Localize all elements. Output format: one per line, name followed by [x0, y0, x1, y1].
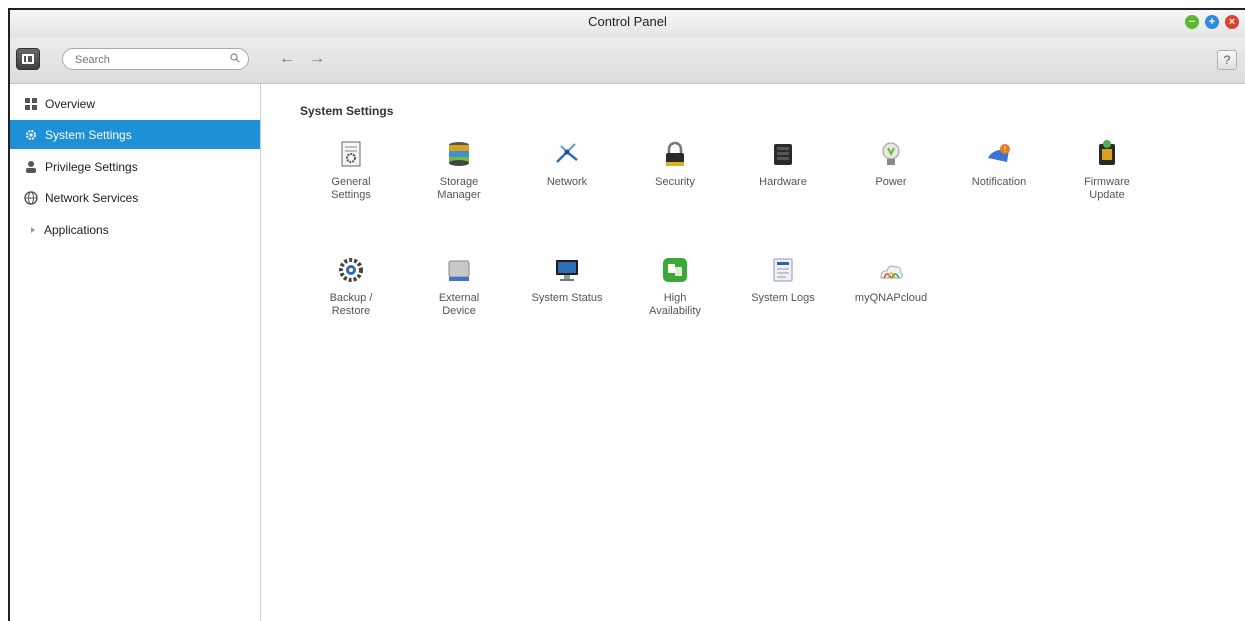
- sidebar-item-label: Privilege Settings: [45, 159, 138, 174]
- system-logs-tile[interactable]: System Logs: [738, 256, 828, 356]
- sidebar-item-network-services[interactable]: Network Services: [10, 183, 260, 212]
- toggle-panel-button[interactable]: [16, 48, 40, 70]
- tile-label-line1: Firmware: [1084, 176, 1130, 188]
- forward-button[interactable]: →: [306, 51, 328, 69]
- lock-icon: [666, 141, 684, 166]
- tile-label-line2: Device: [442, 305, 476, 317]
- tile-label-line2: Restore: [331, 305, 371, 317]
- sidebar: Overview System Settings Privilege Setti…: [10, 84, 261, 621]
- panel-icon: [22, 54, 34, 64]
- network-services-icon: [24, 190, 38, 205]
- help-button[interactable]: ?: [1217, 50, 1237, 70]
- gear-icon: [26, 129, 36, 140]
- myqnapcloud-tile[interactable]: myQNAPcloud: [846, 256, 936, 356]
- minimize-button[interactable]: −: [1185, 15, 1199, 29]
- tile-label-line2: Update: [1089, 189, 1125, 201]
- tile-label-line1: myQNAPcloud: [854, 292, 928, 304]
- notification-icon: !: [988, 144, 1010, 162]
- search-input[interactable]: [75, 52, 225, 67]
- tile-label-line1: System Logs: [751, 292, 815, 304]
- firmware-update-icon: [1099, 140, 1115, 165]
- overview-icon: [25, 97, 37, 110]
- tile-label-line1: Network: [546, 176, 588, 188]
- tile-label-line1: Storage: [439, 176, 479, 188]
- sidebar-item-applications[interactable]: Applications: [10, 215, 260, 244]
- search-icon[interactable]: [230, 53, 240, 63]
- sidebar-item-overview[interactable]: Overview: [10, 89, 260, 118]
- sidebar-item-label: Applications: [44, 222, 109, 237]
- cloud-icon: [880, 265, 903, 279]
- sidebar-item-system-settings[interactable]: System Settings: [10, 120, 260, 149]
- tile-label-line1: Backup /: [329, 292, 373, 304]
- section-title: System Settings: [300, 104, 394, 118]
- tile-label-line1: Security: [655, 176, 695, 188]
- tile-label-line1: Hardware: [759, 176, 807, 188]
- sidebar-item-privilege-settings[interactable]: Privilege Settings: [10, 152, 260, 181]
- tile-label-line2: Availability: [649, 305, 701, 317]
- power-bulb-icon: [882, 142, 900, 165]
- tile-label-line2: Manager: [437, 189, 481, 201]
- storage-manager-tile[interactable]: Storage Manager: [414, 140, 504, 240]
- toolbar: ← → ?: [10, 38, 1245, 84]
- expand-arrow-icon[interactable]: [30, 223, 36, 237]
- back-button[interactable]: ←: [276, 51, 298, 69]
- notification-tile[interactable]: ! Notification: [954, 140, 1044, 240]
- close-button[interactable]: ×: [1225, 15, 1239, 29]
- external-device-tile[interactable]: External Device: [414, 256, 504, 356]
- external-device-icon: [448, 260, 470, 281]
- tile-label-line1: Notification: [971, 176, 1027, 188]
- user-icon: [26, 160, 36, 173]
- network-tile[interactable]: Network: [522, 140, 612, 240]
- window-title: Control Panel: [588, 14, 667, 29]
- high-availability-tile[interactable]: High Availability: [630, 256, 720, 356]
- general-settings-tile[interactable]: General Settings: [306, 140, 396, 240]
- general-settings-icon: [341, 141, 361, 167]
- control-panel-window: Control Panel − + × ← → ? Overview: [8, 8, 1245, 621]
- tile-label-line1: External: [438, 292, 480, 304]
- tile-label-line1: High: [663, 292, 687, 304]
- hardware-icon: [774, 144, 792, 165]
- high-availability-icon: [663, 258, 687, 282]
- hardware-tile[interactable]: Hardware: [738, 140, 828, 240]
- sidebar-item-label: System Settings: [45, 127, 132, 142]
- system-status-tile[interactable]: System Status: [522, 256, 612, 356]
- title-bar[interactable]: Control Panel − + ×: [10, 10, 1245, 38]
- tile-label-line2: Settings: [331, 189, 371, 201]
- backup-restore-icon: [339, 258, 363, 282]
- svg-text:!: !: [1004, 145, 1006, 154]
- sidebar-item-label: Network Services: [45, 190, 139, 205]
- storage-manager-icon: [449, 142, 469, 166]
- sidebar-item-label: Overview: [45, 96, 96, 111]
- main-content: System Settings General Settings Storage M…: [262, 84, 1245, 621]
- search-box[interactable]: [62, 48, 249, 70]
- tile-label-line1: System Status: [531, 292, 603, 304]
- maximize-button[interactable]: +: [1205, 15, 1219, 29]
- window-controls: − + ×: [1185, 15, 1239, 29]
- logs-icon: [773, 258, 793, 282]
- tile-label-line1: Power: [875, 176, 907, 188]
- security-tile[interactable]: Security: [630, 140, 720, 240]
- network-icon: [556, 143, 578, 163]
- power-tile[interactable]: Power: [846, 140, 936, 240]
- monitor-icon: [556, 260, 578, 281]
- tile-label-line1: General: [331, 176, 371, 188]
- firmware-update-tile[interactable]: Firmware Update: [1062, 140, 1152, 240]
- backup-restore-tile[interactable]: Backup / Restore: [306, 256, 396, 356]
